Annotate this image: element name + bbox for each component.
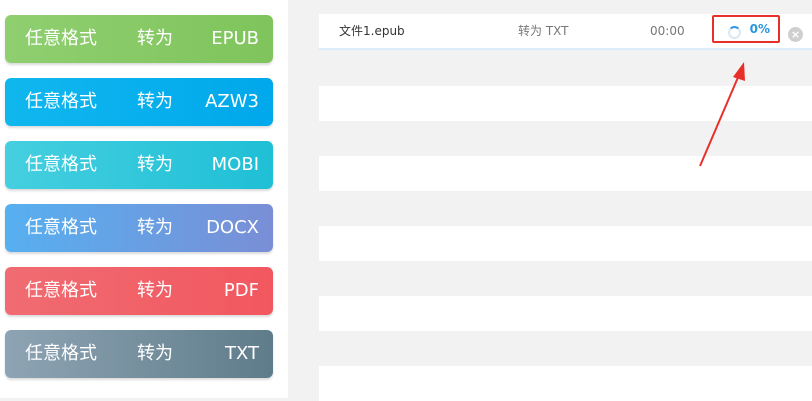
convert-to-mobi-button[interactable]: 任意格式 转为 MOBI [5,141,273,189]
empty-row [319,226,812,261]
file-list: 文件1.epub 转为 TXT 00:00 0% × [319,0,812,401]
source-label: 任意格式 [25,280,97,301]
to-label: 转为 [137,91,173,112]
close-circle-icon[interactable]: × [788,27,803,42]
to-label: 转为 [137,280,173,301]
elapsed-time: 00:00 [650,24,685,38]
to-label: 转为 [137,28,173,49]
to-label: 转为 [137,217,173,238]
converter-sidebar: 任意格式 转为 EPUB 任意格式 转为 AZW3 任意格式 转为 MOBI 任… [0,0,288,398]
format-label: MOBI [211,154,259,175]
source-label: 任意格式 [25,343,97,364]
empty-row [319,156,812,191]
source-label: 任意格式 [25,217,97,238]
convert-to-txt-button[interactable]: 任意格式 转为 TXT [5,330,273,378]
empty-row [319,366,812,401]
format-label: PDF [223,280,259,301]
format-label: EPUB [211,28,259,49]
source-label: 任意格式 [25,28,97,49]
to-label: 转为 [137,154,173,175]
progress-indicator: 0% [712,15,780,43]
progress-percent: 0% [749,22,770,36]
empty-row [319,296,812,331]
target-format: 转为 TXT [518,24,569,38]
file-name: 文件1.epub [339,24,405,38]
source-label: 任意格式 [25,91,97,112]
convert-to-docx-button[interactable]: 任意格式 转为 DOCX [5,204,273,252]
file-row[interactable]: 文件1.epub 转为 TXT 00:00 0% × [319,14,812,50]
format-label: DOCX [206,217,259,238]
format-label: TXT [224,343,259,364]
source-label: 任意格式 [25,154,97,175]
loading-spinner-icon [728,26,741,39]
convert-to-azw3-button[interactable]: 任意格式 转为 AZW3 [5,78,273,126]
convert-to-epub-button[interactable]: 任意格式 转为 EPUB [5,15,273,63]
to-label: 转为 [137,343,173,364]
empty-row [319,86,812,121]
format-label: AZW3 [205,91,259,112]
convert-to-pdf-button[interactable]: 任意格式 转为 PDF [5,267,273,315]
